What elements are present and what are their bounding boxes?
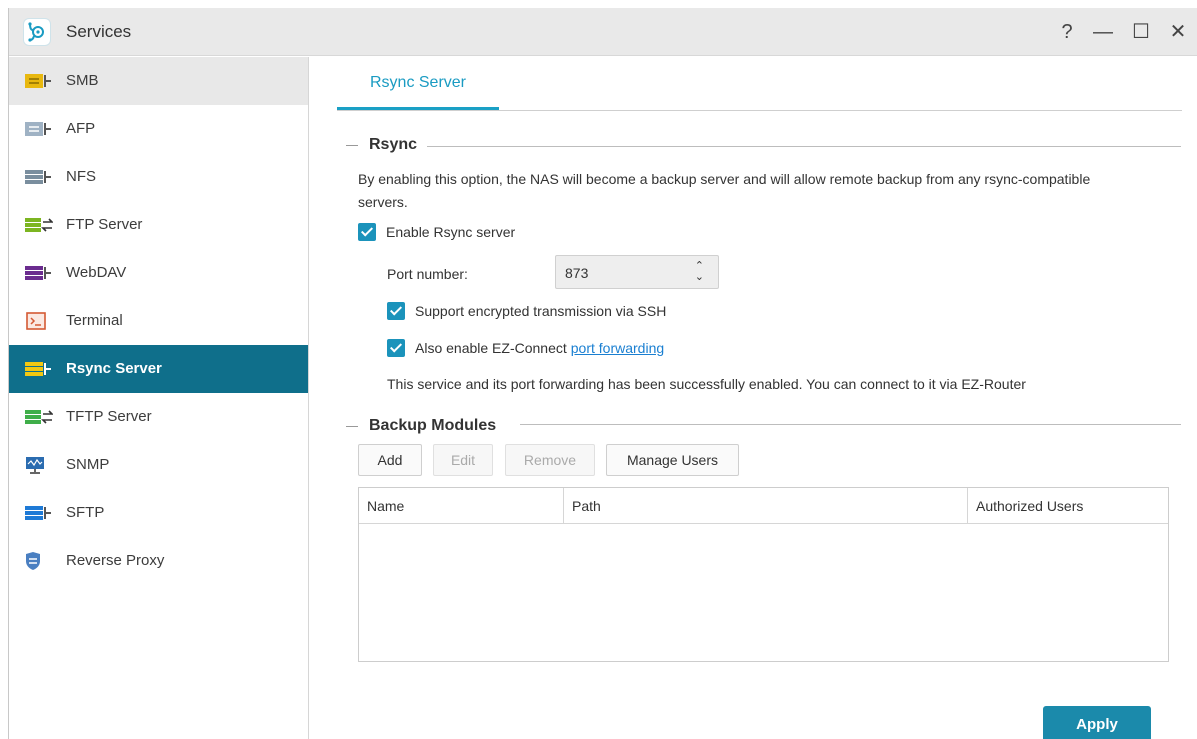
- snmp-icon: [26, 457, 44, 474]
- sidebar-item-label: AFP: [66, 120, 96, 137]
- heading-dash: [346, 425, 358, 427]
- sidebar-item-reverse-proxy[interactable]: Reverse Proxy: [9, 537, 308, 585]
- edit-button[interactable]: Edit: [433, 444, 493, 476]
- rsync-heading-text: Rsync: [369, 136, 418, 153]
- tab-divider: [337, 110, 1182, 111]
- main-panel: Rsync Server Rsync By enabling this opti…: [309, 57, 1197, 739]
- sidebar-item-webdav[interactable]: WebDAV: [9, 249, 308, 297]
- rsync-section-heading: Rsync: [346, 136, 417, 154]
- column-header-name[interactable]: Name: [359, 488, 564, 524]
- sidebar-item-rsync-server[interactable]: Rsync Server: [9, 345, 308, 393]
- sidebar-item-terminal[interactable]: Terminal: [9, 297, 308, 345]
- sidebar-item-label: NFS: [66, 168, 96, 185]
- sidebar-item-afp[interactable]: AFP: [9, 105, 308, 153]
- rsync-description: By enabling this option, the NAS will be…: [358, 171, 1091, 210]
- sidebar-item-label: SFTP: [66, 504, 105, 521]
- sidebar-item-label: TFTP Server: [66, 408, 152, 425]
- chevron-up-icon[interactable]: ⌃: [695, 261, 704, 272]
- ezconnect-checkbox[interactable]: [387, 339, 405, 357]
- sidebar-item-smb[interactable]: SMB: [9, 57, 308, 105]
- ssh-label: Support encrypted transmission via SSH: [415, 303, 667, 319]
- column-header-path[interactable]: Path: [564, 488, 968, 524]
- backup-section-rule: [520, 424, 1181, 425]
- table-header: Name Path Authorized Users: [359, 488, 1168, 524]
- rsync-icon: [25, 362, 51, 376]
- port-forwarding-link[interactable]: port forwarding: [571, 340, 664, 356]
- sidebar-item-sftp[interactable]: SFTP: [9, 489, 308, 537]
- minimize-icon[interactable]: —: [1090, 19, 1116, 45]
- port-number-label: Port number:: [387, 266, 468, 282]
- port-number-input[interactable]: [565, 263, 675, 283]
- manage-users-button[interactable]: Manage Users: [606, 444, 739, 476]
- sidebar-item-label: Terminal: [66, 312, 123, 329]
- status-message: This service and its port forwarding has…: [387, 376, 1026, 392]
- terminal-icon: [26, 312, 46, 330]
- sidebar: SMB AFP NFS FTP Server WebDAV Terminal R…: [9, 57, 309, 739]
- sftp-icon: [25, 506, 51, 520]
- backup-heading-text: Backup Modules: [369, 417, 497, 434]
- sidebar-item-label: Reverse Proxy: [66, 552, 165, 569]
- services-app-icon: [23, 18, 51, 46]
- tftp-icon: [25, 410, 53, 424]
- sidebar-item-snmp[interactable]: SNMP: [9, 441, 308, 489]
- apply-button[interactable]: Apply: [1043, 706, 1151, 739]
- nfs-icon: [25, 170, 51, 184]
- sidebar-item-ftp-server[interactable]: FTP Server: [9, 201, 308, 249]
- ssh-row: Support encrypted transmission via SSH: [387, 302, 666, 320]
- sidebar-item-label: FTP Server: [66, 216, 143, 233]
- title-bar: Services ? — ☐ ✕: [9, 8, 1197, 56]
- ftp-icon: [25, 218, 53, 232]
- port-number-stepper: ⌃ ⌄: [555, 255, 719, 289]
- tab-rsync-server[interactable]: Rsync Server: [337, 57, 499, 110]
- sidebar-item-label: Rsync Server: [66, 360, 162, 377]
- close-icon[interactable]: ✕: [1165, 19, 1191, 45]
- window-title: Services: [66, 22, 132, 41]
- sidebar-item-label: SNMP: [66, 456, 110, 473]
- maximize-icon[interactable]: ☐: [1128, 19, 1154, 45]
- help-icon[interactable]: ?: [1054, 19, 1080, 45]
- ezconnect-label: Also enable EZ-Connect: [415, 340, 567, 356]
- add-button[interactable]: Add: [358, 444, 422, 476]
- chevron-down-icon[interactable]: ⌄: [695, 272, 704, 283]
- backup-modules-table: Name Path Authorized Users: [358, 487, 1169, 662]
- heading-dash: [346, 144, 358, 146]
- webdav-icon: [25, 266, 51, 280]
- column-header-authorized-users[interactable]: Authorized Users: [968, 488, 1168, 524]
- enable-rsync-row: Enable Rsync server: [358, 223, 515, 241]
- shield-icon: [26, 552, 40, 570]
- ssh-checkbox[interactable]: [387, 302, 405, 320]
- sidebar-item-nfs[interactable]: NFS: [9, 153, 308, 201]
- backup-section-heading: Backup Modules: [346, 417, 496, 435]
- ezconnect-row: Also enable EZ-Connect port forwarding: [387, 339, 664, 357]
- enable-rsync-label: Enable Rsync server: [386, 224, 516, 240]
- services-window: Services ? — ☐ ✕ SMB AFP NFS FTP Server …: [8, 8, 1197, 739]
- smb-icon: [25, 74, 51, 88]
- remove-button[interactable]: Remove: [505, 444, 595, 476]
- sidebar-item-tftp-server[interactable]: TFTP Server: [9, 393, 308, 441]
- sidebar-item-label: SMB: [66, 72, 99, 89]
- rsync-section-rule: [427, 146, 1181, 147]
- enable-rsync-checkbox[interactable]: [358, 223, 376, 241]
- afp-icon: [25, 122, 51, 136]
- sidebar-item-label: WebDAV: [66, 264, 127, 281]
